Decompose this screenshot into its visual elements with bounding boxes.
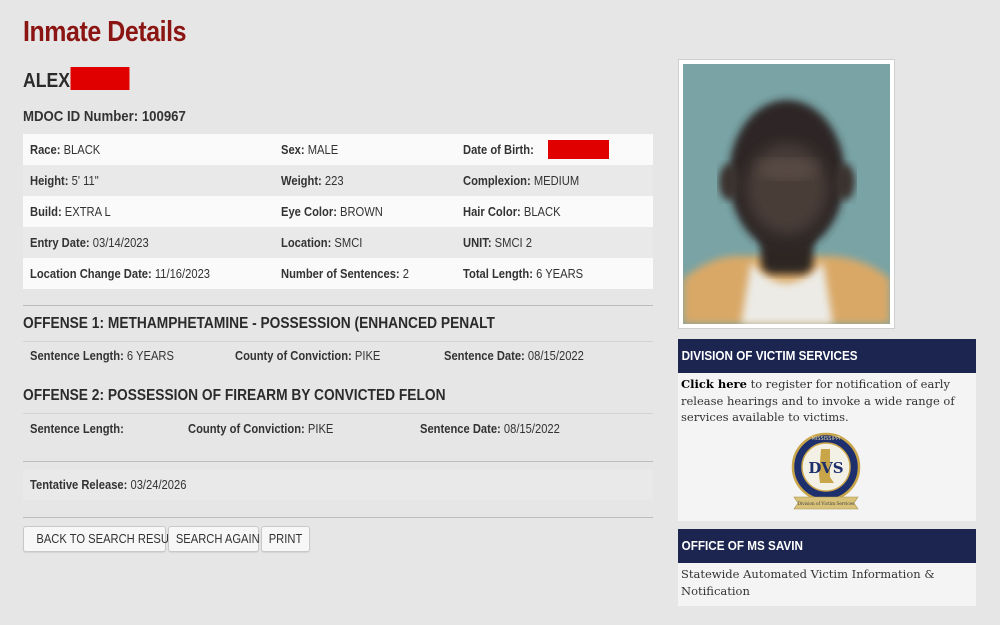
- hair-color-label: Hair Color:: [463, 204, 521, 219]
- hair-color-value: BLACK: [523, 204, 561, 219]
- savin-text: Statewide Automated Victim Information &…: [681, 567, 935, 598]
- savin-heading: OFFICE OF MS SAVIN: [681, 538, 803, 553]
- back-to-search-results-button[interactable]: BACK TO SEARCH RESULTS: [23, 526, 189, 552]
- table-row: Race: BLACK Sex: MALE Date of Birth:: [23, 134, 653, 165]
- victim-services-heading: DIVISION OF VICTIM SERVICES: [681, 348, 858, 363]
- complexion-label: Complexion:: [463, 173, 531, 188]
- savin-header: OFFICE OF MS SAVIN: [678, 529, 976, 563]
- dob-label: Date of Birth:: [463, 142, 534, 157]
- unit-label: UNIT:: [463, 235, 492, 250]
- savin-panel: Statewide Automated Victim Information &…: [678, 563, 976, 606]
- inmate-info-table: Race: BLACK Sex: MALE Date of Birth: Hei…: [23, 134, 653, 289]
- location-label: Location:: [281, 235, 332, 250]
- tentative-release-label: Tentative Release:: [30, 477, 128, 492]
- table-row: Build: EXTRA L Eye Color: BROWN Hair Col…: [23, 196, 653, 227]
- click-here-link[interactable]: Click here: [681, 377, 747, 391]
- table-row: Location Change Date: 11/16/2023 Number …: [23, 258, 653, 289]
- table-row: Entry Date: 03/14/2023 Location: SMCI UN…: [23, 227, 653, 258]
- dob-redaction: [548, 140, 610, 160]
- table-row: Height: 5' 11" Weight: 223 Complexion: M…: [23, 165, 653, 196]
- height-value: 5' 11": [71, 173, 99, 188]
- entry-date-value: 03/14/2023: [92, 235, 149, 250]
- sex-value: MALE: [307, 142, 339, 157]
- offense-1-title: OFFENSE 1: METHAMPHETAMINE - POSSESSION …: [23, 315, 495, 332]
- back-button-label: BACK TO SEARCH RESULTS: [36, 531, 189, 546]
- mdoc-id-value: 100967: [141, 108, 186, 125]
- county-label: County of Conviction:: [188, 421, 305, 436]
- mdoc-id-label: MDOC ID Number:: [23, 108, 139, 125]
- race-label: Race:: [30, 142, 61, 157]
- inmate-first-name: ALEX: [23, 70, 70, 92]
- sentence-date-value: 08/15/2022: [527, 348, 584, 363]
- tentative-release-row: Tentative Release: 03/24/2026: [23, 470, 653, 500]
- mdoc-id-line: MDOC ID Number: 100967: [23, 108, 186, 125]
- print-label: PRINT: [268, 531, 303, 546]
- seal-banner-text: Division of Victim Services: [798, 501, 855, 506]
- print-button[interactable]: PRINT: [261, 526, 310, 552]
- eye-color-value: BROWN: [340, 204, 383, 219]
- divider: [23, 461, 653, 462]
- inmate-photo-frame: [678, 59, 895, 329]
- entry-date-label: Entry Date:: [30, 235, 90, 250]
- total-length-value: 6 YEARS: [536, 266, 584, 281]
- seal-top-text: MISSISSIPPI: [812, 436, 841, 442]
- complexion-value: MEDIUM: [533, 173, 580, 188]
- location-change-value: 11/16/2023: [154, 266, 211, 281]
- divider: [23, 305, 653, 306]
- dvs-seal-logo: DVS MISSISSIPPI Division of Victim Servi…: [790, 431, 862, 517]
- county-value: PIKE: [354, 348, 381, 363]
- build-value: EXTRA L: [64, 204, 111, 219]
- race-value: BLACK: [63, 142, 101, 157]
- sentence-date-value: 08/15/2022: [503, 421, 560, 436]
- victim-services-header: DIVISION OF VICTIM SERVICES: [678, 339, 976, 373]
- weight-value: 223: [324, 173, 344, 188]
- offense-2-title: OFFENSE 2: POSSESSION OF FIREARM BY CONV…: [23, 387, 446, 404]
- divider: [23, 517, 653, 518]
- location-value: SMCI: [334, 235, 363, 250]
- height-label: Height:: [30, 173, 69, 188]
- unit-value: SMCI 2: [494, 235, 532, 250]
- total-length-label: Total Length:: [463, 266, 533, 281]
- mugshot-image: [683, 64, 890, 324]
- inmate-photo: [683, 64, 890, 324]
- num-sentences-value: 2: [402, 266, 410, 281]
- sentence-date-label: Sentence Date:: [444, 348, 525, 363]
- sentence-date-label: Sentence Date:: [420, 421, 501, 436]
- sentence-length-label: Sentence Length:: [30, 421, 124, 436]
- county-label: County of Conviction:: [235, 348, 352, 363]
- location-change-label: Location Change Date:: [30, 266, 152, 281]
- search-again-button[interactable]: SEARCH AGAIN: [168, 526, 260, 552]
- weight-label: Weight:: [281, 173, 322, 188]
- seal-letters: DVS: [808, 459, 843, 477]
- build-label: Build:: [30, 204, 62, 219]
- eye-color-label: Eye Color:: [281, 204, 337, 219]
- page-title: Inmate Details: [23, 16, 187, 48]
- num-sentences-label: Number of Sentences:: [281, 266, 400, 281]
- county-value: PIKE: [307, 421, 334, 436]
- victim-services-panel: Click here to register for notification …: [678, 373, 976, 521]
- inmate-name: ALEX: [23, 67, 130, 93]
- sentence-length-value: 6 YEARS: [126, 348, 174, 363]
- name-redaction: [70, 67, 130, 91]
- sex-label: Sex:: [281, 142, 305, 157]
- offense-1-row: Sentence Length: 6 YEARS County of Convi…: [23, 341, 653, 371]
- sentence-length-label: Sentence Length:: [30, 348, 124, 363]
- offense-2-row: Sentence Length: County of Conviction: P…: [23, 414, 653, 444]
- tentative-release-value: 03/24/2026: [130, 477, 187, 492]
- search-again-label: SEARCH AGAIN: [175, 531, 260, 546]
